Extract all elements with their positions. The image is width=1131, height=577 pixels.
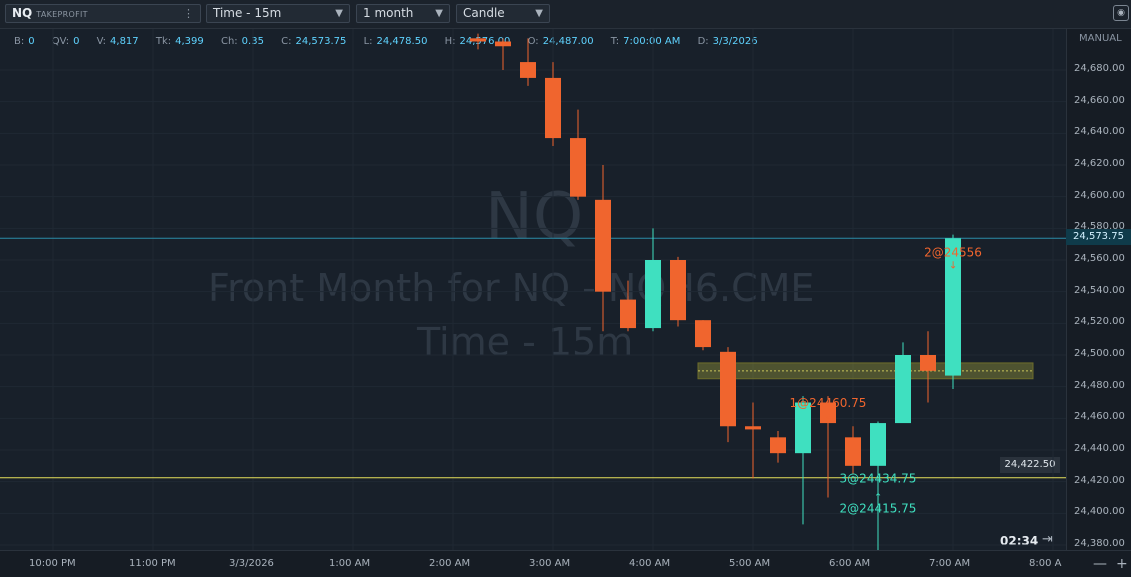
time-tick-label: 6:00 AM <box>829 558 871 569</box>
price-tick-label: 24,560.00 <box>1074 253 1125 264</box>
price-tick-label: 24,400.00 <box>1074 506 1125 518</box>
candle-body <box>670 260 686 321</box>
candle-body <box>645 260 661 329</box>
candle-body <box>495 41 511 47</box>
candle-body <box>620 299 636 329</box>
candle-body <box>845 437 861 466</box>
zoom-out-icon[interactable]: — <box>1093 556 1107 572</box>
time-tick-label: 10:00 PM <box>29 558 76 569</box>
candle-body <box>895 355 911 424</box>
chart-settings-icon[interactable]: ◉ <box>1113 5 1129 21</box>
price-tick-label: 24,380.00 <box>1074 538 1125 549</box>
time-tick-label: 7:00 AM <box>929 558 971 569</box>
candlestick-chart: ↓2@24556↓1@24460.75↑3@24434.75↑2@24415.7… <box>0 29 1066 550</box>
zoom-in-icon[interactable]: + <box>1116 556 1128 572</box>
time-tick-label: 3:00 AM <box>529 558 571 569</box>
candle-body <box>770 437 786 454</box>
price-tick-label: 24,640.00 <box>1074 126 1125 138</box>
time-tick-label: 4:00 AM <box>629 558 671 569</box>
price-tick-label: 24,680.00 <box>1074 63 1125 74</box>
candle-body <box>520 62 536 78</box>
time-tick-label: 2:00 AM <box>429 558 471 569</box>
candle-body <box>695 320 711 348</box>
time-tick-label: 5:00 AM <box>729 558 771 569</box>
candle-body <box>570 138 586 197</box>
time-tick-label: 1:00 AM <box>329 558 371 569</box>
fill-label: 3@24434.75 <box>840 471 917 485</box>
price-axis-mode[interactable]: MANUAL <box>1079 33 1122 44</box>
candle-body <box>870 423 886 466</box>
candle-body <box>470 38 486 42</box>
price-tick-label: 24,520.00 <box>1074 316 1125 328</box>
price-tick-label: 24,620.00 <box>1074 158 1125 169</box>
fill-arrow: ↓ <box>949 260 957 271</box>
price-tick-label: 24,600.00 <box>1074 189 1125 201</box>
price-tick-label: 24,500.00 <box>1074 348 1125 359</box>
fill-label: 2@24415.75 <box>840 501 917 515</box>
fill-arrow: ↓ <box>824 411 832 422</box>
last-price-label: 24,573.75 <box>1066 229 1131 245</box>
fill-label: 2@24556 <box>924 245 982 259</box>
price-tick-label: 24,540.00 <box>1074 284 1125 296</box>
time-tick-label: 8:00 A <box>1029 558 1062 569</box>
price-tick-label: 24,420.00 <box>1074 474 1125 486</box>
candle-body <box>595 199 611 292</box>
fill-label: 1@24460.75 <box>790 396 867 410</box>
candle-body <box>745 426 761 430</box>
candle-body <box>920 355 936 371</box>
time-tick-label: 3/3/2026 <box>229 558 274 569</box>
price-tick-label: 24,460.00 <box>1074 411 1125 423</box>
price-tick-label: 24,480.00 <box>1074 379 1125 391</box>
candle-body <box>720 351 736 427</box>
time-tick-label: 11:00 PM <box>129 558 176 569</box>
candle-body <box>545 77 561 139</box>
price-tick-label: 24,440.00 <box>1074 443 1125 454</box>
price-tick-label: 24,660.00 <box>1074 94 1125 106</box>
